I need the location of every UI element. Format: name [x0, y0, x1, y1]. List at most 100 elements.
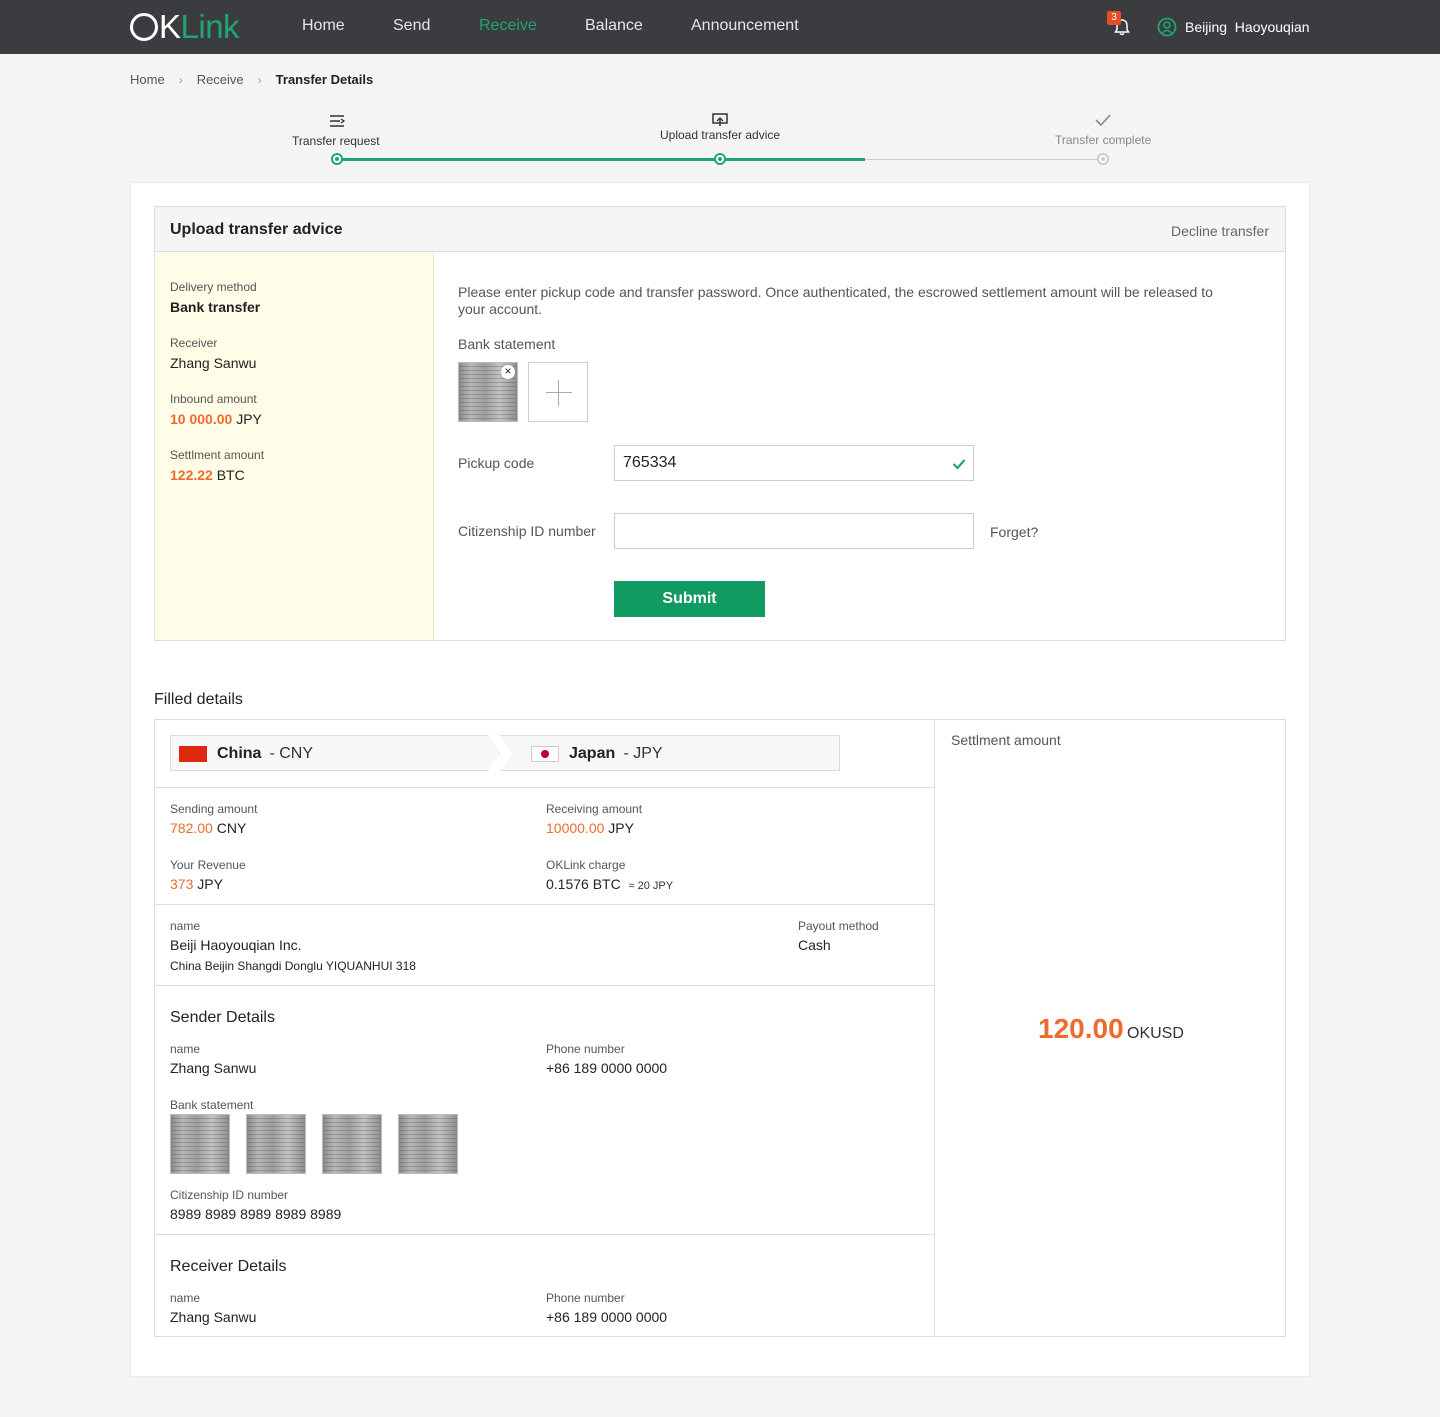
receiving-amount-value: 10000.00 JPY [546, 820, 634, 836]
sender-name: Zhang Sanwu [170, 1060, 257, 1076]
logo-link: Link [180, 8, 240, 45]
divider [155, 787, 934, 788]
bank-statement-thumbnail[interactable] [246, 1114, 306, 1174]
bank-statement-thumbnail[interactable] [170, 1114, 230, 1174]
oklink-logo[interactable]: K Link [130, 8, 240, 46]
receiver-value: Zhang Sanwu [170, 355, 257, 371]
logo-k: K [159, 8, 181, 45]
user-avatar-icon[interactable] [1157, 17, 1177, 37]
nav-home[interactable]: Home [302, 17, 345, 35]
japan-flag-icon [531, 746, 559, 762]
upload-advice-panel: Upload transfer advice Decline transfer … [154, 206, 1286, 641]
receiving-amount-currency: JPY [608, 820, 634, 836]
nav-announcement[interactable]: Announcement [691, 17, 799, 35]
settlement-amount-label: Settlment amount [951, 732, 1061, 748]
sending-amount-number: 782.00 [170, 820, 213, 836]
pickup-code-label: Pickup code [458, 455, 535, 471]
remove-close-icon[interactable]: × [501, 365, 515, 379]
bank-statement-thumbnail[interactable] [398, 1114, 458, 1174]
step-label-upload-advice: Upload transfer advice [660, 128, 781, 142]
upload-advice-icon [712, 113, 728, 126]
breadcrumb-receive[interactable]: Receive [197, 72, 244, 87]
revenue-label: Your Revenue [170, 858, 246, 872]
decline-transfer-link[interactable]: Decline transfer [1171, 223, 1269, 239]
checkmark-icon [1095, 114, 1111, 127]
to-country: Japan [569, 745, 616, 762]
instructions-text: Please enter pickup code and transfer pa… [458, 284, 1213, 317]
to-currency: - JPY [619, 745, 663, 762]
filled-details-panel: China - CNY Japan - JPY Sending amount 7… [154, 719, 1286, 1337]
china-flag-icon [179, 746, 207, 762]
divider [155, 985, 934, 986]
divider [155, 904, 934, 905]
sender-phone-label: Phone number [546, 1042, 625, 1056]
panel-header: Upload transfer advice Decline transfer [155, 207, 1285, 252]
divider [155, 1234, 934, 1235]
breadcrumb-home[interactable]: Home [130, 72, 165, 87]
inbound-amount-number: 10 000.00 [170, 411, 233, 427]
company-name: Beiji Haoyouqian Inc. [170, 937, 302, 953]
settlement-amount-number: 122.22 [170, 467, 213, 483]
sending-amount-value: 782.00 CNY [170, 820, 246, 836]
user-name[interactable]: Beijing Haoyouqian [1185, 19, 1310, 35]
step-label-transfer-request: Transfer request [292, 134, 380, 148]
charge-approx: ≈ 20 JPY [628, 880, 674, 892]
notification-badge: 3 [1107, 11, 1121, 25]
settlement-amount-value: 122.22 BTC [170, 467, 245, 483]
revenue-value: 373 JPY [170, 876, 223, 892]
route-to: Japan - JPY [500, 735, 840, 771]
oklink-charge-label: OKLink charge [546, 858, 626, 872]
settlement-amount-label: Settlment amount [170, 448, 265, 462]
payout-method-label: Payout method [798, 919, 879, 933]
oklink-charge-value: 0.1576 BTC ≈ 20 JPY [546, 876, 673, 892]
receiver-label: Receiver [170, 336, 218, 350]
payout-method-value: Cash [798, 937, 831, 953]
bank-statement-label: Bank statement [458, 336, 556, 352]
sender-details-title: Sender Details [170, 1009, 275, 1026]
progress-line-todo [865, 159, 1103, 160]
chevron-right-icon: › [257, 72, 262, 87]
sender-bank-statement-label: Bank statement [170, 1098, 254, 1112]
bank-statement-thumbnail[interactable]: × [458, 362, 518, 422]
nav-send[interactable]: Send [393, 17, 430, 35]
sender-phone: +86 189 0000 0000 [546, 1060, 668, 1076]
route-from: China - CNY [170, 735, 500, 771]
settlement-amount-currency: BTC [216, 467, 245, 483]
sender-name-label: name [170, 1042, 201, 1056]
step-label-transfer-complete: Transfer complete [1055, 133, 1152, 147]
transfer-summary: Delivery method Bank transfer Receiver Z… [155, 252, 434, 640]
forget-link[interactable]: Forget? [990, 524, 1038, 540]
progress-line-done [337, 158, 865, 161]
breadcrumb: Home › Receive › Transfer Details [130, 72, 373, 87]
delivery-method-label: Delivery method [170, 280, 257, 294]
breadcrumb-current: Transfer Details [275, 72, 374, 87]
valid-check-icon [952, 459, 966, 470]
from-country: China [217, 745, 262, 762]
receiving-amount-number: 10000.00 [546, 820, 605, 836]
from-currency: - CNY [265, 745, 313, 762]
pickup-code-input[interactable]: 765334 [614, 445, 974, 481]
company-address: China Beijin Shangdi Donglu YIQUANHUI 31… [170, 959, 416, 973]
revenue-currency: JPY [197, 876, 223, 892]
filled-details-title: Filled details [154, 691, 243, 708]
filled-details-left: China - CNY Japan - JPY Sending amount 7… [155, 720, 935, 1336]
citizenship-id-label: Citizenship ID number [458, 523, 596, 539]
add-upload-button[interactable] [528, 362, 588, 422]
receiving-amount-label: Receiving amount [546, 802, 643, 816]
citizenship-id-input[interactable] [614, 513, 974, 549]
delivery-method-value: Bank transfer [170, 299, 261, 315]
step-dot-2 [714, 153, 726, 165]
nav-receive[interactable]: Receive [479, 17, 537, 35]
step-dot-1 [331, 153, 343, 165]
sender-id-label: Citizenship ID number [170, 1188, 289, 1202]
submit-button[interactable]: Submit [614, 581, 765, 617]
logo-o-circle [130, 13, 158, 41]
nav-balance[interactable]: Balance [585, 17, 643, 35]
receiver-name-label: name [170, 1291, 201, 1305]
top-navbar: K Link Home Send Receive Balance Announce… [0, 0, 1440, 54]
sending-amount-currency: CNY [216, 820, 247, 836]
list-transfer-icon [330, 115, 346, 127]
revenue-number: 373 [170, 876, 194, 892]
receiver-details-title: Receiver Details [170, 1258, 287, 1275]
bank-statement-thumbnail[interactable] [322, 1114, 382, 1174]
